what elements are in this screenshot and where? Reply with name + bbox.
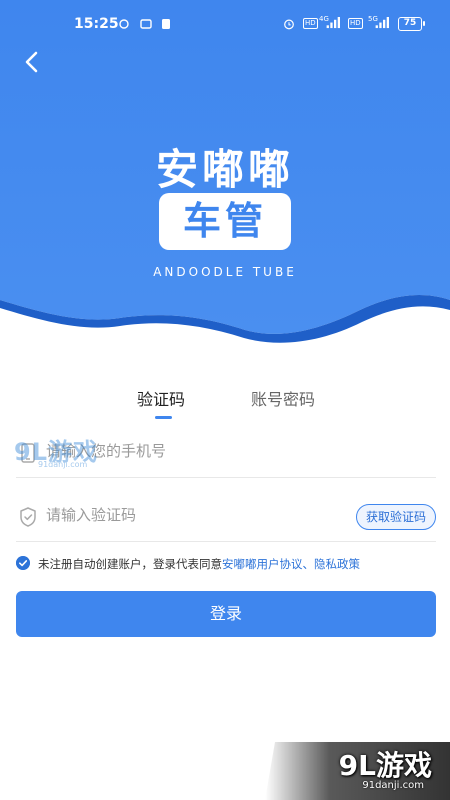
watermark-top: 9L游戏 91danji.com <box>14 432 124 472</box>
verification-code-field: 获取验证码 <box>16 496 436 542</box>
logo-title: 安嘟嘟 <box>155 145 294 194</box>
agreement-prefix: 未注册自动创建账户，登录代表同意 <box>38 557 222 571</box>
watermark-corner-brand: 9L游戏 <box>338 749 432 782</box>
verification-code-input[interactable] <box>46 506 346 524</box>
status-time: 15:25 <box>74 16 119 32</box>
login-button[interactable]: 登录 <box>16 591 436 637</box>
message-icon <box>162 19 170 29</box>
get-code-button[interactable]: 获取验证码 <box>356 504 436 530</box>
watermark-corner: 9L游戏 91danji.com <box>250 742 450 800</box>
login-tabs: 验证码 账号密码 <box>0 386 450 422</box>
watermark-corner-url: 91danji.com <box>362 780 424 791</box>
header-hero: 15:25 HD 4G HD 5G 75 安嘟嘟 车管 ANDOODLE TUB… <box>0 0 450 345</box>
shield-check-icon <box>20 507 36 527</box>
logo-subtitle: ANDOODLE TUBE <box>153 265 297 279</box>
alarm-icon <box>284 19 294 30</box>
tab-account-password[interactable]: 账号密码 <box>251 386 315 410</box>
agreement-separator: 、 <box>302 557 315 571</box>
privacy-policy-link[interactable]: 隐私政策 <box>314 557 360 571</box>
tab-sms-code[interactable]: 验证码 <box>137 386 185 410</box>
hd-badge-2: HD <box>348 18 363 29</box>
status-bar: 15:25 HD 4G HD 5G 75 <box>0 0 450 50</box>
signal-icon-1 <box>326 17 340 29</box>
agreement-row: 未注册自动创建账户，登录代表同意安嘟嘟用户协议、隐私政策 <box>16 555 436 573</box>
signal-icon-2 <box>375 17 389 29</box>
notification-icon <box>119 19 129 29</box>
agreement-checkbox[interactable] <box>16 556 30 570</box>
logo-badge: 车管 <box>159 193 291 250</box>
hd-badge-1: HD <box>303 18 318 29</box>
app-notification-icon <box>140 19 152 29</box>
agreement-text: 未注册自动创建账户，登录代表同意安嘟嘟用户协议、隐私政策 <box>38 556 360 572</box>
user-agreement-link[interactable]: 安嘟嘟用户协议 <box>222 557 303 571</box>
active-tab-indicator <box>155 416 172 419</box>
chevron-left-icon[interactable] <box>18 48 46 76</box>
watermark-url: 91danji.com <box>38 460 88 469</box>
battery-indicator: 75 <box>398 17 425 31</box>
